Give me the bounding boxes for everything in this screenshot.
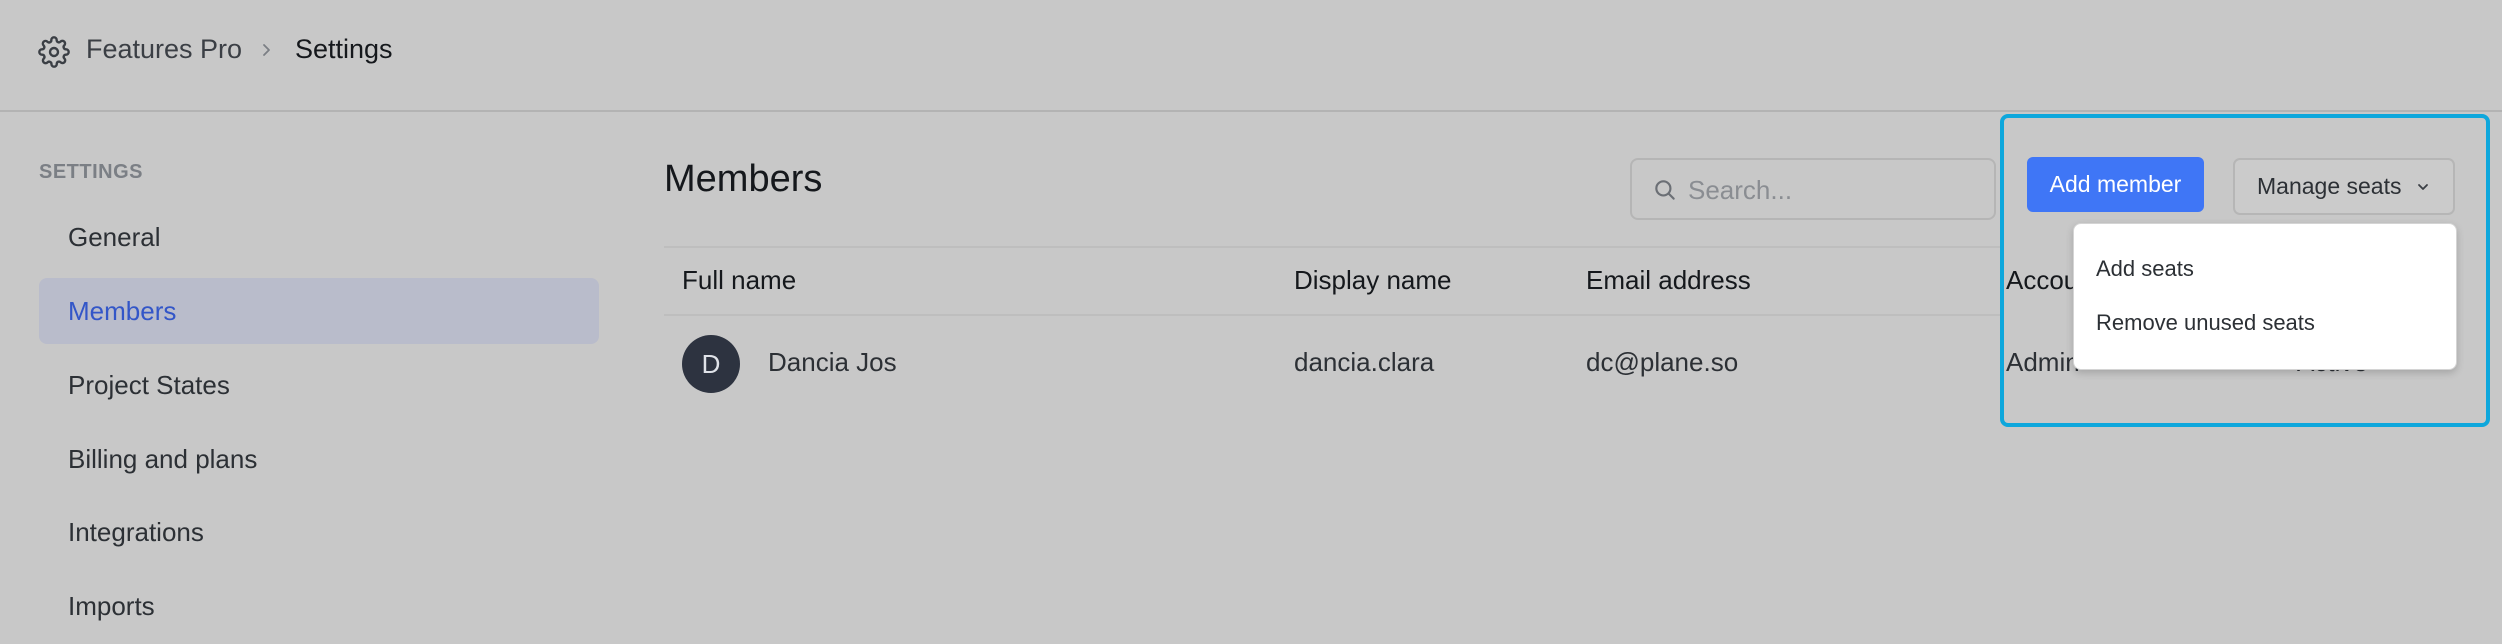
sidebar-item-billing-and-plans[interactable]: Billing and plans	[39, 426, 599, 492]
manage-seats-menu: Add seats Remove unused seats	[2073, 223, 2457, 370]
sidebar-heading: SETTINGS	[39, 161, 144, 183]
manage-seats-label: Manage seats	[2257, 173, 2402, 199]
search-icon	[1655, 180, 1675, 200]
search-input[interactable]	[1686, 168, 1990, 212]
member-account-type: Admin	[2006, 347, 2080, 377]
sidebar-item-integrations[interactable]: Integrations	[39, 499, 599, 565]
member-full-name: Dancia Jos	[768, 347, 897, 377]
manage-seats-button[interactable]: Manage seats	[2233, 158, 2455, 215]
menu-item-remove-unused-seats[interactable]: Remove unused seats	[2096, 310, 2315, 336]
add-member-button[interactable]: Add member	[2027, 157, 2204, 212]
top-bar: Features Pro Settings	[0, 0, 2502, 112]
sidebar-item-project-states[interactable]: Project States	[39, 352, 599, 418]
column-header-email-address: Email address	[1586, 265, 1751, 295]
chevron-right-icon	[263, 44, 270, 56]
member-email: dc@plane.so	[1586, 347, 1739, 377]
column-header-display-name: Display name	[1294, 265, 1452, 295]
sidebar-item-imports[interactable]: Imports	[39, 573, 599, 639]
table-header-divider	[664, 314, 2000, 316]
member-display-name: dancia.clara	[1294, 347, 1435, 377]
breadcrumb-current-page: Settings	[295, 34, 393, 64]
menu-item-add-seats[interactable]: Add seats	[2096, 256, 2194, 282]
avatar: D	[682, 335, 740, 393]
gear-icon[interactable]	[38, 36, 70, 68]
column-header-account-type: Accou	[2006, 265, 2079, 295]
sidebar-item-members[interactable]: Members	[39, 278, 599, 344]
chevron-down-icon	[2418, 184, 2428, 190]
column-header-full-name: Full name	[682, 265, 797, 295]
sidebar-item-general[interactable]: General	[39, 204, 599, 270]
table-top-divider	[664, 246, 2000, 248]
search-box[interactable]	[1630, 158, 1996, 220]
page-title: Members	[664, 158, 823, 200]
breadcrumb-workspace[interactable]: Features Pro	[86, 34, 242, 65]
